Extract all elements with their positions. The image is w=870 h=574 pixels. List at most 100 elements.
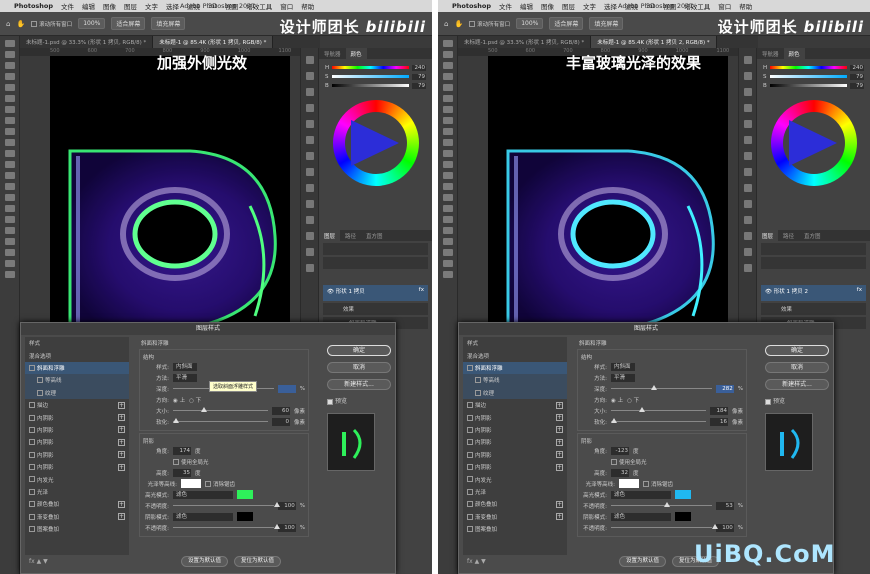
ok-button[interactable]: 确定 xyxy=(765,345,829,356)
shadow-color-swatch[interactable] xyxy=(237,512,253,521)
home-icon[interactable]: ⌂ xyxy=(6,20,10,28)
tool-icon[interactable] xyxy=(4,51,15,58)
tab-navigator[interactable]: 导航器 xyxy=(757,48,784,59)
panel-icon[interactable] xyxy=(305,56,314,64)
style-list-item[interactable]: 渐变叠加 + xyxy=(25,510,129,522)
style-list-item[interactable]: 内阴影 + xyxy=(25,424,129,436)
depth-input[interactable] xyxy=(277,384,296,393)
direction-down[interactable]: ○ 下 xyxy=(627,396,639,404)
brightness-value[interactable]: 79 xyxy=(850,82,864,89)
add-icon[interactable]: + xyxy=(556,414,563,422)
highlight-color-swatch[interactable] xyxy=(675,490,691,499)
style-list-item[interactable]: 混合选项 xyxy=(463,349,567,361)
panel-icon[interactable] xyxy=(743,248,752,256)
tool-icon[interactable] xyxy=(4,150,15,157)
eye-icon[interactable]: 👁 xyxy=(765,289,774,295)
panel-icon[interactable] xyxy=(743,56,752,64)
panel-icon[interactable] xyxy=(305,136,314,144)
highlight-opacity-input[interactable]: 53 xyxy=(715,501,734,510)
global-light-checkbox[interactable]: 使用全局光 xyxy=(173,458,209,466)
tool-icon[interactable] xyxy=(4,205,15,212)
tool-icon[interactable] xyxy=(442,62,453,69)
brightness-slider[interactable] xyxy=(331,84,409,87)
style-checkbox[interactable] xyxy=(467,414,473,421)
style-checkbox[interactable] xyxy=(29,513,35,520)
tool-icon[interactable] xyxy=(4,62,15,69)
style-list-item[interactable]: 内发光 xyxy=(25,473,129,485)
menu-item[interactable]: 帮助 xyxy=(301,1,314,11)
brightness-value[interactable]: 79 xyxy=(412,82,426,89)
style-list-item[interactable]: 内阴影 + xyxy=(463,461,567,473)
style-list-item[interactable]: 等高线 xyxy=(25,374,129,387)
tool-icon[interactable] xyxy=(442,150,453,157)
add-icon[interactable]: + xyxy=(556,426,563,434)
highlight-opacity-input[interactable]: 100 xyxy=(277,501,296,510)
style-checkbox[interactable] xyxy=(467,439,473,446)
tool-icon[interactable] xyxy=(442,260,453,267)
tool-icon[interactable] xyxy=(4,249,15,256)
saturation-slider[interactable] xyxy=(331,75,409,78)
tab-layers[interactable]: 图层 xyxy=(757,230,779,241)
tab-paths[interactable]: 路径 xyxy=(340,230,361,241)
layer-filter[interactable] xyxy=(761,243,866,255)
add-icon[interactable]: + xyxy=(556,500,563,508)
style-list-item[interactable]: 光泽 xyxy=(25,486,129,498)
style-checkbox[interactable] xyxy=(37,377,43,384)
menu-item[interactable]: 选择 xyxy=(604,1,617,11)
brightness-slider[interactable] xyxy=(769,84,847,87)
highlight-mode-select[interactable]: 滤色 xyxy=(611,490,671,499)
panel-icon[interactable] xyxy=(743,120,752,128)
style-checkbox[interactable] xyxy=(37,389,43,396)
style-checkbox[interactable] xyxy=(29,426,35,433)
panel-icon[interactable] xyxy=(305,216,314,224)
tool-icon[interactable] xyxy=(4,95,15,102)
tool-icon[interactable] xyxy=(4,260,15,267)
tool-icon[interactable] xyxy=(4,172,15,179)
reset-default-button[interactable]: 复位为默认值 xyxy=(234,556,282,567)
fit-screen-button[interactable]: 适合屏幕 xyxy=(549,17,584,30)
style-list-item[interactable]: 等高线 xyxy=(463,374,567,387)
tab-navigator[interactable]: 导航器 xyxy=(319,48,346,59)
style-list-item[interactable]: 渐变叠加 + xyxy=(463,510,567,522)
panel-icon[interactable] xyxy=(743,104,752,112)
panel-icon[interactable] xyxy=(743,152,752,160)
panel-icon[interactable] xyxy=(305,200,314,208)
zoom-100-button[interactable]: 100% xyxy=(516,18,544,29)
menu-item[interactable]: 图层 xyxy=(562,1,575,11)
preview-checkbox[interactable]: 预览 xyxy=(327,396,391,405)
style-list-item[interactable]: 光泽 xyxy=(463,486,567,498)
global-light-checkbox[interactable]: 使用全局光 xyxy=(611,458,647,466)
style-checkbox[interactable] xyxy=(467,526,473,533)
angle-input[interactable]: -123 xyxy=(611,446,629,455)
highlight-mode-select[interactable]: 滤色 xyxy=(173,490,233,499)
technique-select[interactable]: 平滑 xyxy=(173,373,197,382)
app-menu[interactable]: Photoshop xyxy=(14,2,53,10)
highlight-opacity-slider[interactable] xyxy=(173,502,280,507)
style-checkbox[interactable] xyxy=(29,526,35,533)
add-icon[interactable]: + xyxy=(118,401,125,409)
zoom-100-button[interactable]: 100% xyxy=(78,18,106,29)
saturation-value[interactable]: 79 xyxy=(412,73,426,80)
panel-icon[interactable] xyxy=(743,216,752,224)
style-checkbox[interactable] xyxy=(29,414,35,421)
style-list-item[interactable]: 纹理 xyxy=(25,386,129,399)
doc-tab[interactable]: 未标题-1.psd @ 33.3% (形状 1 拷贝, RGB/8) * xyxy=(20,36,154,48)
scroll-all-checkbox[interactable]: 滚动所有窗口 xyxy=(31,20,72,28)
set-default-button[interactable]: 设置为默认值 xyxy=(619,556,667,567)
add-icon[interactable]: + xyxy=(556,463,563,471)
tool-icon[interactable] xyxy=(442,183,453,190)
style-checkbox[interactable] xyxy=(475,389,481,396)
menu-item[interactable]: 窗口 xyxy=(280,1,293,11)
style-list-item[interactable]: 内阴影 + xyxy=(463,411,567,423)
shadow-opacity-input[interactable]: 100 xyxy=(715,523,734,532)
saturation-value[interactable]: 79 xyxy=(850,73,864,80)
tool-icon[interactable] xyxy=(4,73,15,80)
style-list-item[interactable]: 内阴影 + xyxy=(463,424,567,436)
style-checkbox[interactable] xyxy=(29,364,35,371)
style-list-item[interactable]: 样式 xyxy=(463,337,567,349)
soften-slider[interactable] xyxy=(173,418,268,423)
tool-icon[interactable] xyxy=(442,84,453,91)
tool-icon[interactable] xyxy=(442,249,453,256)
effects-row[interactable]: 效果 xyxy=(761,303,866,315)
add-icon[interactable]: + xyxy=(118,414,125,422)
